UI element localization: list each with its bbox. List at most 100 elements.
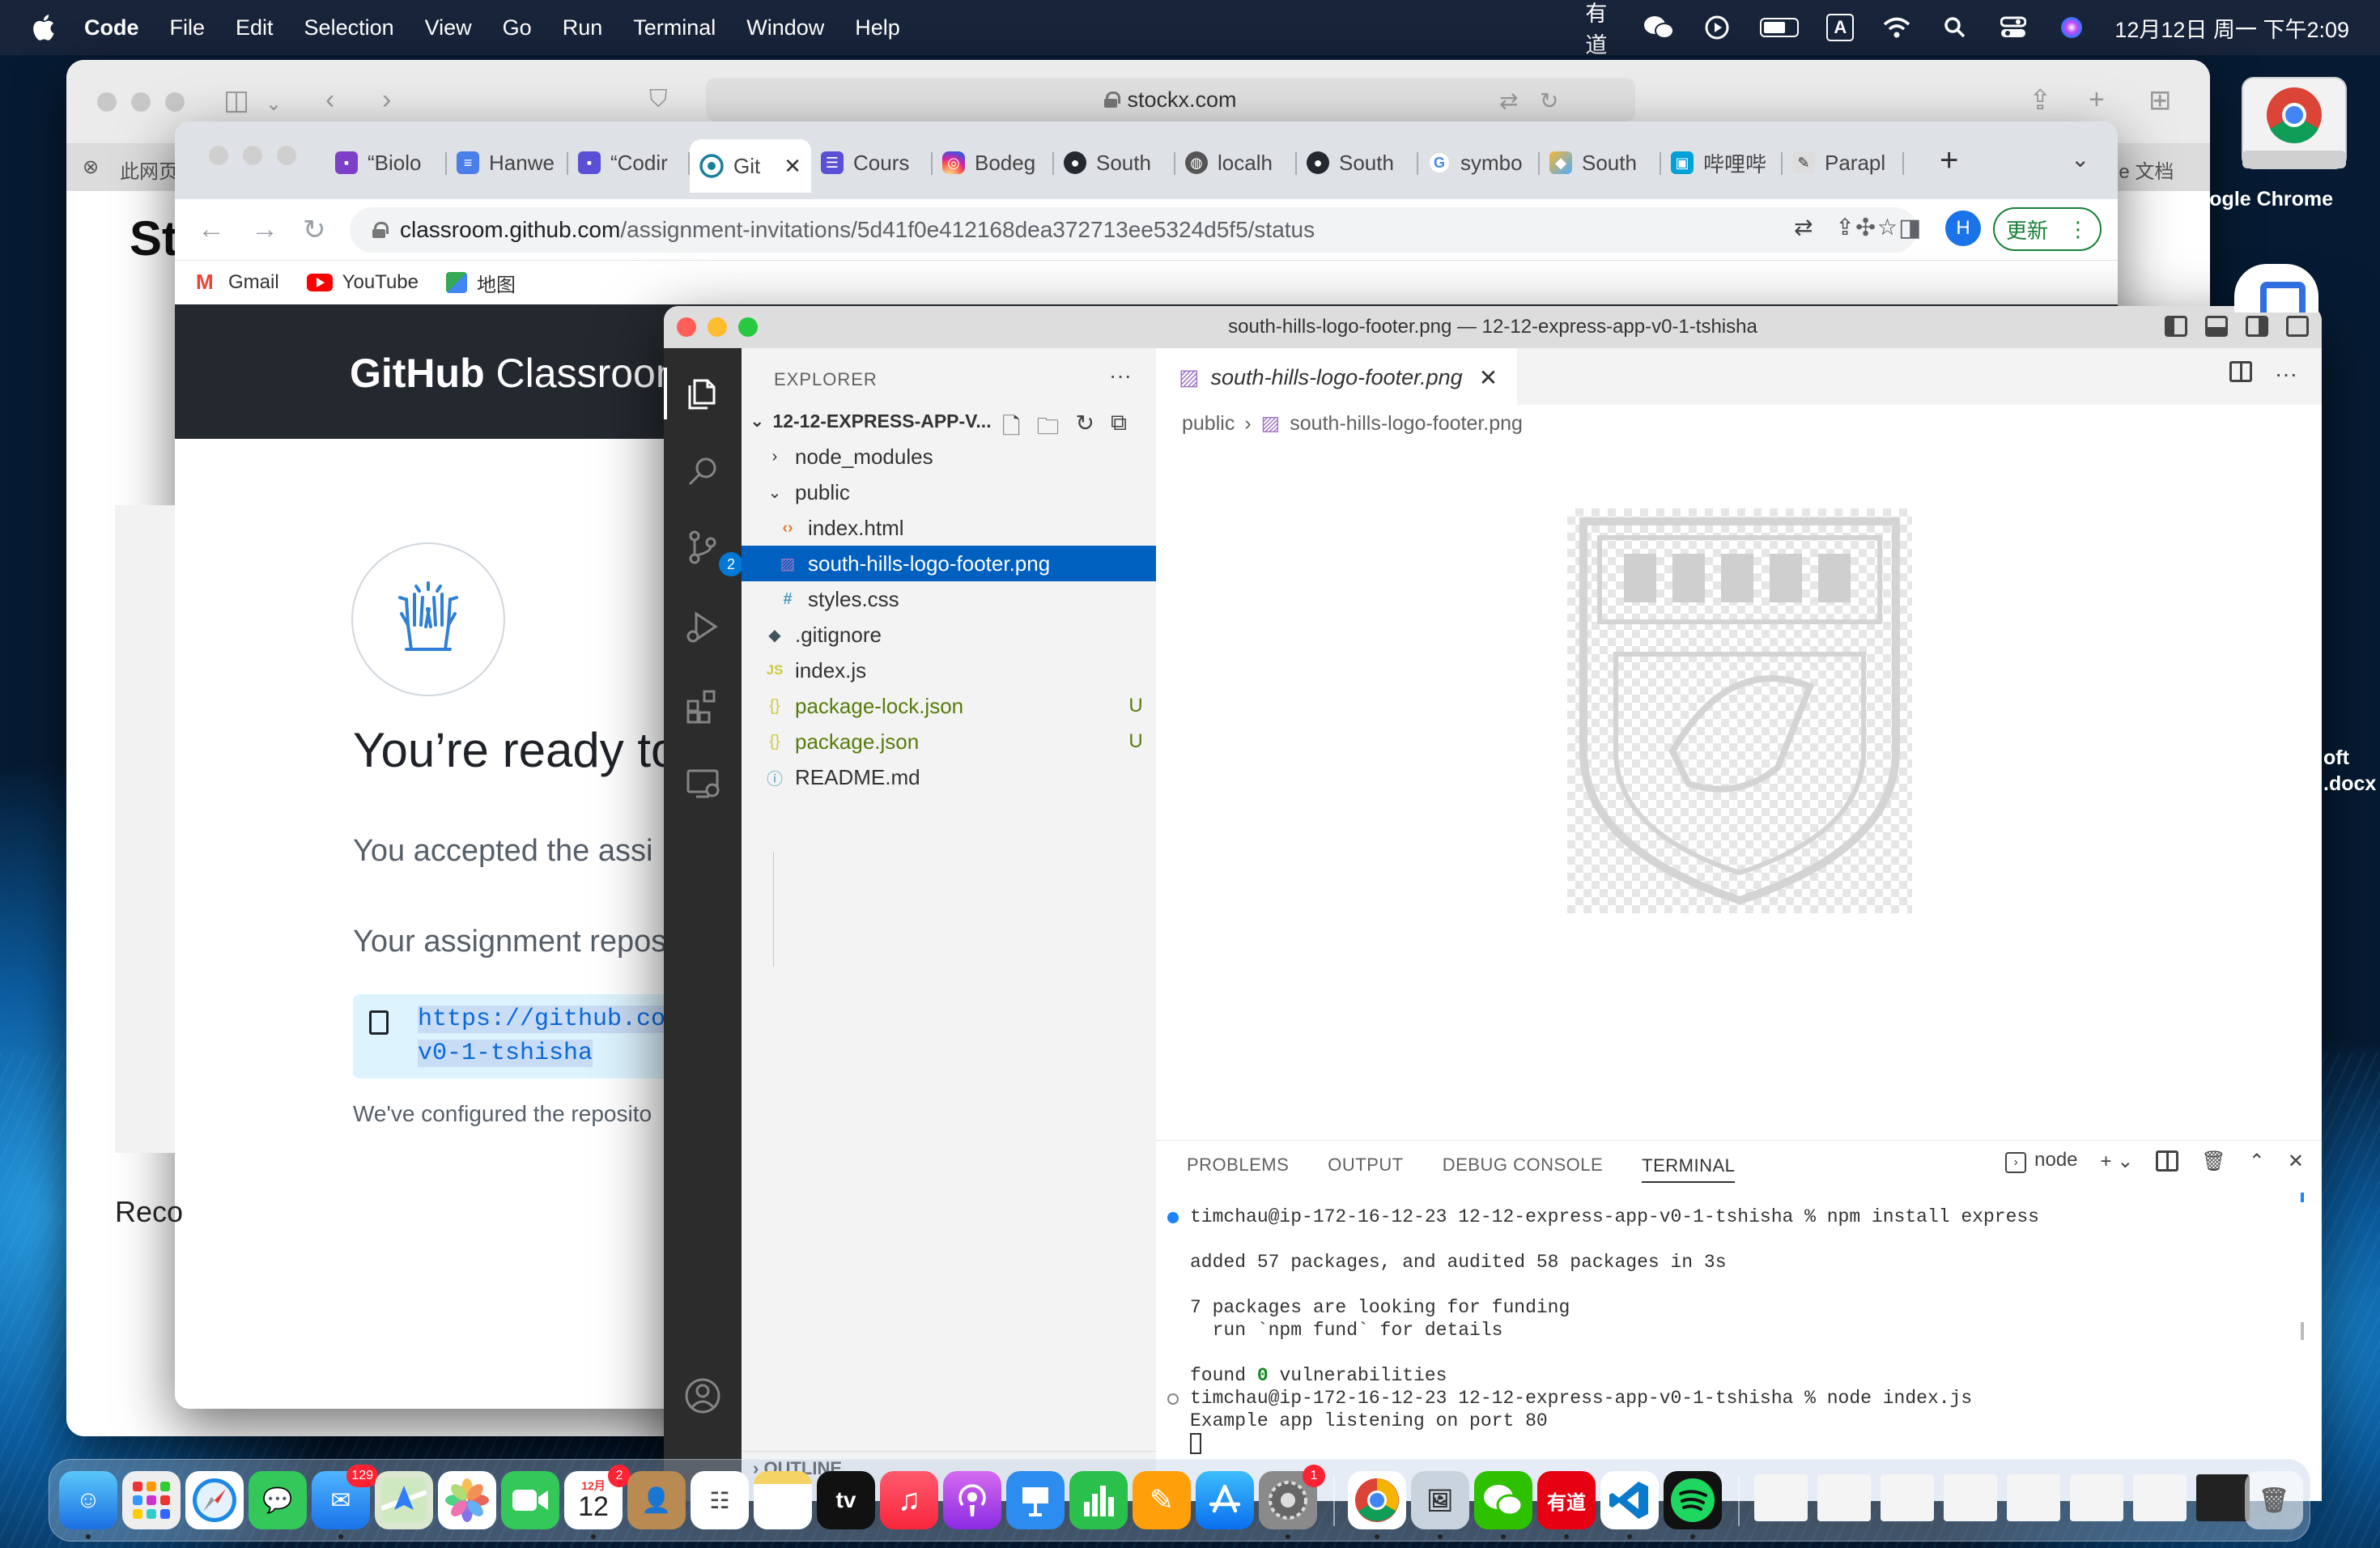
tree-folder-node-modules[interactable]: › node_modules (742, 439, 1156, 474)
chrome-address-bar[interactable]: classroom.github.com/assignment-invitati… (350, 207, 1917, 253)
new-terminal-icon[interactable]: + ⌄ (2101, 1150, 2134, 1173)
terminal-output[interactable]: timchau@ip-172-16-12-23 12-12-express-ap… (1167, 1206, 2301, 1455)
menu-go[interactable]: Go (503, 15, 532, 40)
app-store-icon[interactable] (1196, 1471, 1254, 1529)
system-settings-icon[interactable]: 1 (1259, 1465, 1325, 1529)
translate-icon[interactable]: ⇄ (1499, 87, 1518, 114)
panel-tab-output[interactable]: OUTPUT (1328, 1155, 1403, 1176)
minimized-window-thumbnail[interactable] (1754, 1474, 1808, 1521)
chrome-update-button[interactable]: 更新 ⋮ (1993, 207, 2102, 251)
menu-run[interactable]: Run (563, 15, 603, 40)
tree-file-readme[interactable]: ⓘ README.md (742, 759, 1156, 795)
forward-arrow-icon[interactable]: › (382, 84, 391, 116)
play-icon[interactable] (1702, 14, 1732, 41)
profile-avatar[interactable]: H (1945, 211, 1981, 246)
trash-icon[interactable]: 🗑 (2245, 1471, 2303, 1529)
input-a-icon[interactable]: A (1826, 14, 1855, 41)
minimized-window-thumbnail[interactable] (2196, 1474, 2250, 1521)
close-panel-icon[interactable]: ✕ (2288, 1150, 2304, 1173)
share-icon[interactable]: ⇪ (1835, 214, 1854, 240)
github-classroom-logo[interactable]: GitHub Classroom (350, 350, 690, 397)
finder-icon[interactable]: ☺ (59, 1471, 117, 1529)
close-icon[interactable]: ✕ (784, 154, 801, 179)
sidebar-toggle-icon[interactable]: ◫ (223, 84, 249, 117)
privacy-shield-icon[interactable]: ⛉ (649, 86, 668, 113)
breadcrumb-folder[interactable]: public (1182, 412, 1235, 436)
toggle-primary-sidebar-icon[interactable] (2165, 316, 2187, 337)
desktop-chrome-label[interactable]: oogle Chrome (2197, 188, 2333, 211)
accounts-icon[interactable] (683, 1376, 722, 1415)
desktop-docx-label[interactable]: oft .docx (2323, 745, 2376, 797)
maps-icon[interactable] (375, 1471, 433, 1529)
mail-icon[interactable]: ✉ 129 (312, 1465, 378, 1529)
apple-icon[interactable] (31, 14, 55, 41)
chrome-tab[interactable]: ◆ South (1540, 139, 1661, 186)
panel-tab-problems[interactable]: PROBLEMS (1187, 1155, 1289, 1176)
safari-tab-close-icon[interactable]: ⊗ (83, 155, 99, 179)
minimized-window-thumbnail[interactable] (2070, 1474, 2123, 1521)
wifi-icon[interactable] (1881, 14, 1912, 41)
toggle-panel-icon[interactable] (2205, 316, 2228, 337)
bookmark-gmail[interactable]: Gmail (196, 270, 279, 295)
pages-icon[interactable]: ✎ (1133, 1471, 1191, 1529)
new-tab-button[interactable]: + (1940, 142, 1958, 179)
minimized-window-thumbnail[interactable] (1817, 1474, 1871, 1521)
menu-terminal[interactable]: Terminal (633, 15, 716, 40)
chrome-tab[interactable]: ▪ “Biolo (325, 139, 447, 186)
reload-icon[interactable]: ↻ (1540, 87, 1558, 114)
podcasts-icon[interactable] (943, 1471, 1001, 1529)
menu-bar-clock[interactable]: 12月12日 周一 下午2:09 (2114, 12, 2349, 44)
google-chrome-icon[interactable] (1348, 1471, 1406, 1529)
explorer-files-icon[interactable] (664, 368, 722, 419)
panel-tab-debug-console[interactable]: DEBUG CONSOLE (1443, 1155, 1603, 1176)
facetime-icon[interactable] (501, 1471, 559, 1529)
safari-tab-right[interactable]: le 文档 (2114, 155, 2174, 184)
share-icon[interactable]: ⇪ (2029, 84, 2052, 117)
photos-icon[interactable] (438, 1471, 496, 1529)
minimized-window-thumbnail[interactable] (2007, 1474, 2060, 1521)
menu-help[interactable]: Help (855, 15, 900, 40)
messages-icon[interactable]: 💬 (249, 1471, 307, 1529)
chrome-tab[interactable]: ✎ Parapl (1783, 139, 1904, 186)
minimized-window-thumbnail[interactable] (2133, 1474, 2187, 1521)
safari-tab-left[interactable]: 此网页 (120, 155, 178, 184)
editor-tab-active[interactable]: ▨ south-hills-logo-footer.png ✕ (1156, 348, 1517, 405)
chevron-down-icon[interactable]: ⌄ (266, 92, 282, 116)
tree-folder-public[interactable]: ⌄ public (742, 474, 1156, 510)
notes-icon[interactable] (754, 1471, 812, 1529)
tree-file-styles-css[interactable]: # styles.css (742, 581, 1156, 617)
tree-file-package-json[interactable]: {} package.json U (742, 724, 1156, 759)
zoom-window-button[interactable] (738, 317, 758, 337)
chrome-tab[interactable]: ☰ Cours (811, 139, 933, 186)
toggle-secondary-sidebar-icon[interactable] (2246, 316, 2268, 337)
vscode-icon[interactable] (1600, 1471, 1659, 1529)
reload-icon[interactable]: ↻ (303, 214, 326, 246)
chrome-tab[interactable]: ▪ “Codir (568, 139, 690, 186)
spotlight-icon[interactable] (1940, 14, 1970, 41)
tree-file-logo-png[interactable]: ▨ south-hills-logo-footer.png (742, 546, 1156, 581)
chrome-tab[interactable]: Gsymbo (1418, 139, 1540, 186)
tab-overview-icon[interactable]: ⊞ (2148, 84, 2172, 117)
numbers-icon[interactable] (1069, 1471, 1128, 1529)
tree-file-gitignore[interactable]: ◆ .gitignore (742, 617, 1156, 653)
bookmark-youtube[interactable]: YouTube (306, 271, 419, 294)
siri-icon[interactable] (2056, 14, 2087, 41)
chrome-tab[interactable]: ◎ Bodeg (933, 139, 1054, 186)
maximize-panel-icon[interactable]: ⌃ (2249, 1150, 2265, 1173)
chrome-tab[interactable]: ▣ 哔哩哔 (1661, 139, 1783, 186)
tree-file-package-lock[interactable]: {} package-lock.json U (742, 688, 1156, 724)
control-center-icon[interactable] (1998, 14, 2029, 41)
more-actions-icon[interactable]: ··· (1109, 363, 1132, 389)
tree-file-index-js[interactable]: JS index.js (742, 653, 1156, 688)
keynote-icon[interactable] (1006, 1471, 1065, 1529)
extensions-icon[interactable] (683, 687, 722, 725)
safari-traffic-lights[interactable] (97, 92, 185, 112)
more-actions-icon[interactable]: ··· (2275, 361, 2297, 387)
terminal-selector[interactable]: › node (2005, 1149, 2078, 1173)
tree-file-index-html[interactable]: ‹› index.html (742, 510, 1156, 546)
chrome-traffic-lights[interactable] (209, 146, 296, 165)
safari-address-bar[interactable]: stockx.com (706, 78, 1635, 121)
split-editor-icon[interactable] (2229, 361, 2253, 382)
side-panel-icon[interactable]: ◨ (1898, 214, 1921, 242)
desktop-chrome-installer[interactable] (2231, 73, 2357, 178)
